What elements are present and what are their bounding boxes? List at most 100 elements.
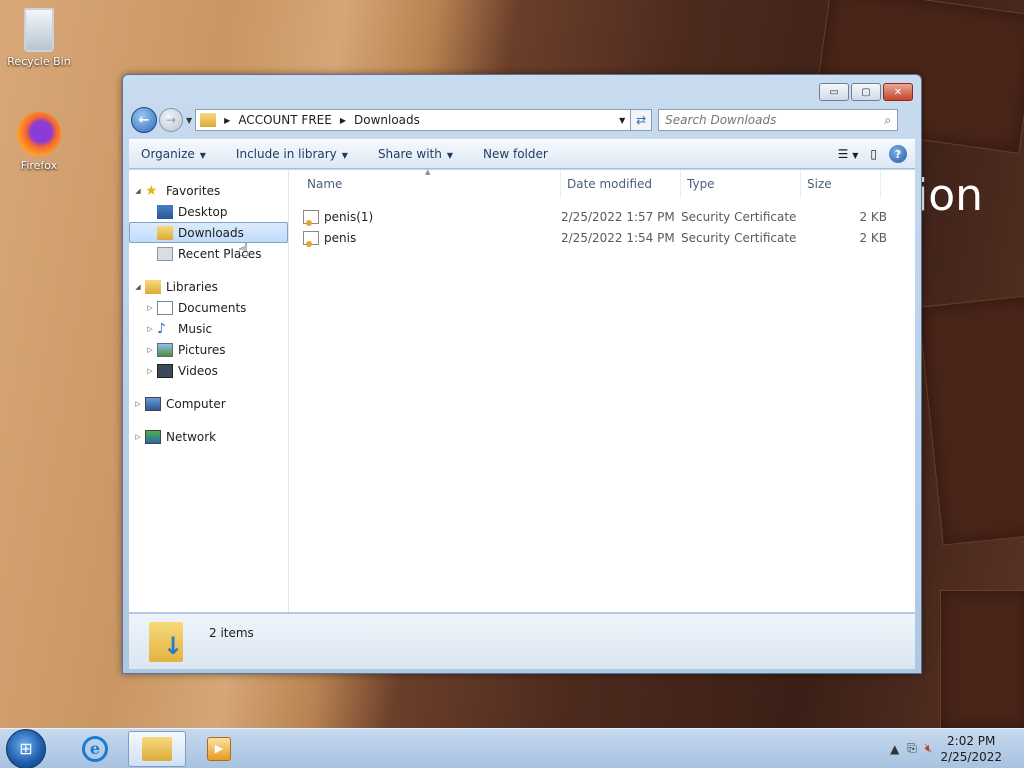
close-button[interactable]: ✕ xyxy=(883,83,913,101)
collapsed-arrow-icon[interactable]: ▷ xyxy=(145,346,155,354)
taskbar-internet-explorer[interactable]: e xyxy=(66,731,124,767)
organize-label: Organize xyxy=(141,147,195,161)
nav-label: Computer xyxy=(166,396,226,411)
collapsed-arrow-icon[interactable]: ▷ xyxy=(145,325,155,333)
nav-recent-places[interactable]: Recent Places xyxy=(129,243,288,264)
preview-pane-button[interactable]: ▯ xyxy=(870,147,877,161)
desktop-icon xyxy=(157,204,173,219)
breadcrumb-separator-icon[interactable]: ▶ xyxy=(224,116,230,125)
details-view-icon: ☰ xyxy=(837,147,849,161)
nav-network[interactable]: ▷ Network xyxy=(129,426,288,447)
back-button[interactable]: ← xyxy=(131,107,157,133)
file-name: penis xyxy=(324,230,357,245)
internet-explorer-icon: e xyxy=(82,735,108,762)
refresh-button[interactable]: ⇄ xyxy=(630,109,653,131)
recent-pages-dropdown[interactable]: ▼ xyxy=(186,116,192,125)
file-list: ▲ Name Date modified Type Size penis(1) … xyxy=(289,168,915,612)
videos-icon xyxy=(157,363,173,378)
nav-computer[interactable]: ▷ Computer xyxy=(129,393,288,414)
nav-label: Music xyxy=(178,321,213,336)
search-icon[interactable]: ⌕ xyxy=(884,113,891,128)
share-label: Share with xyxy=(377,147,442,161)
clock-time: 2:02 PM xyxy=(947,733,996,748)
computer-icon xyxy=(145,396,161,411)
caption-buttons: ▭ ▢ ✕ xyxy=(819,83,913,101)
expanded-arrow-icon[interactable]: ◢ xyxy=(133,283,143,291)
new-folder-button[interactable]: New folder xyxy=(483,147,548,161)
details-pane: 2 items xyxy=(129,613,915,669)
taskbar: ⊞ e ▶ ▲ ⎘ 🔇︎ 2:02 PM 2/25/2022 xyxy=(0,728,1024,768)
arrow-right-icon: → xyxy=(165,113,177,127)
file-row[interactable]: penis(1) 2/25/2022 1:57 PM Security Cert… xyxy=(289,206,915,227)
desktop-icon-recycle-bin[interactable]: Recycle Bin xyxy=(1,8,77,68)
file-row[interactable]: penis 2/25/2022 1:54 PM Security Certifi… xyxy=(289,227,915,248)
column-header-size[interactable]: Size xyxy=(801,170,881,198)
nav-downloads[interactable]: Downloads xyxy=(129,222,288,243)
network-status-icon[interactable]: ⎘ xyxy=(907,741,917,756)
organize-button[interactable]: Organize ▼ xyxy=(141,147,206,161)
hand-cursor-icon: ☝ xyxy=(238,240,249,261)
nav-documents[interactable]: ▷ Documents xyxy=(129,297,288,318)
share-with-button[interactable]: Share with ▼ xyxy=(378,147,453,161)
chevron-down-icon: ▼ xyxy=(852,151,859,160)
sort-ascending-icon: ▲ xyxy=(425,168,431,176)
navigation-bar: ← → ▼ ▶ ACCOUNT FREE ▶ Downloads ▼ ⇄ ⌕ xyxy=(131,107,913,133)
collapsed-arrow-icon[interactable]: ▷ xyxy=(133,400,143,408)
column-headers: Name Date modified Type Size xyxy=(289,170,915,198)
certificate-icon xyxy=(303,230,319,247)
nav-label: Documents xyxy=(178,300,247,315)
show-hidden-icons-button[interactable]: ▲ xyxy=(890,742,899,756)
minimize-button[interactable]: ▭ xyxy=(819,83,849,101)
search-box[interactable]: ⌕ xyxy=(658,109,899,131)
start-button[interactable]: ⊞ xyxy=(6,728,46,768)
recent-places-icon xyxy=(157,246,173,261)
collapsed-arrow-icon[interactable]: ▷ xyxy=(133,433,143,441)
taskbar-media-player[interactable]: ▶ xyxy=(190,731,248,767)
chevron-down-icon: ▼ xyxy=(341,151,348,160)
command-bar: Organize ▼ Include in library ▼ Share with… xyxy=(129,139,915,169)
column-header-date-modified[interactable]: Date modified xyxy=(561,170,681,198)
clock-date: 2/25/2022 xyxy=(940,749,1002,764)
include-label: Include in library xyxy=(235,147,337,161)
breadcrumb-downloads[interactable]: Downloads xyxy=(354,113,420,127)
wallpaper-chocolate xyxy=(917,294,1024,546)
file-size: 2 KB xyxy=(859,230,887,245)
breadcrumb-account-free[interactable]: ACCOUNT FREE xyxy=(238,113,332,127)
breadcrumb-separator-icon[interactable]: ▶ xyxy=(340,116,346,125)
clock[interactable]: 2:02 PM 2/25/2022 xyxy=(940,733,1002,765)
network-icon xyxy=(145,429,161,444)
nav-label: Libraries xyxy=(166,279,218,294)
downloads-folder-icon xyxy=(149,621,183,662)
taskbar-windows-explorer[interactable] xyxy=(128,730,186,767)
nav-videos[interactable]: ▷ Videos xyxy=(129,360,288,381)
file-date: 2/25/2022 1:57 PM xyxy=(561,209,675,224)
firefox-icon xyxy=(17,112,61,156)
nav-music[interactable]: ▷ ♪ Music xyxy=(129,318,288,339)
collapsed-arrow-icon[interactable]: ▷ xyxy=(145,304,155,312)
column-header-type[interactable]: Type xyxy=(681,170,801,198)
arrow-left-icon: ← xyxy=(138,112,150,128)
forward-button[interactable]: → xyxy=(159,108,183,132)
include-in-library-button[interactable]: Include in library ▼ xyxy=(236,147,348,161)
desktop-icon-firefox[interactable]: Firefox xyxy=(1,112,77,172)
address-bar[interactable]: ▶ ACCOUNT FREE ▶ Downloads ▼ xyxy=(195,109,632,131)
desktop-icon-label: Firefox xyxy=(20,159,58,172)
nav-desktop[interactable]: Desktop xyxy=(129,201,288,222)
help-button[interactable]: ? xyxy=(889,145,907,163)
expanded-arrow-icon[interactable]: ◢ xyxy=(133,187,143,195)
refresh-icon: ⇄ xyxy=(636,113,647,127)
nav-pictures[interactable]: ▷ Pictures xyxy=(129,339,288,360)
windows-explorer-icon xyxy=(142,736,172,761)
help-icon: ? xyxy=(894,147,902,161)
wallpaper-chocolate xyxy=(940,590,1024,728)
item-count: 2 items xyxy=(209,625,254,640)
maximize-button[interactable]: ▢ xyxy=(851,83,881,101)
view-options-button[interactable]: ☰ ▼ xyxy=(838,147,859,161)
nav-favorites[interactable]: ◢ ★ Favorites xyxy=(129,180,288,201)
volume-muted-icon[interactable]: 🔇︎ xyxy=(925,741,933,756)
desktop-icon-label: Recycle Bin xyxy=(7,55,71,68)
collapsed-arrow-icon[interactable]: ▷ xyxy=(145,367,155,375)
nav-libraries[interactable]: ◢ Libraries xyxy=(129,276,288,297)
search-input[interactable] xyxy=(665,113,866,127)
address-dropdown-icon[interactable]: ▼ xyxy=(614,116,630,125)
